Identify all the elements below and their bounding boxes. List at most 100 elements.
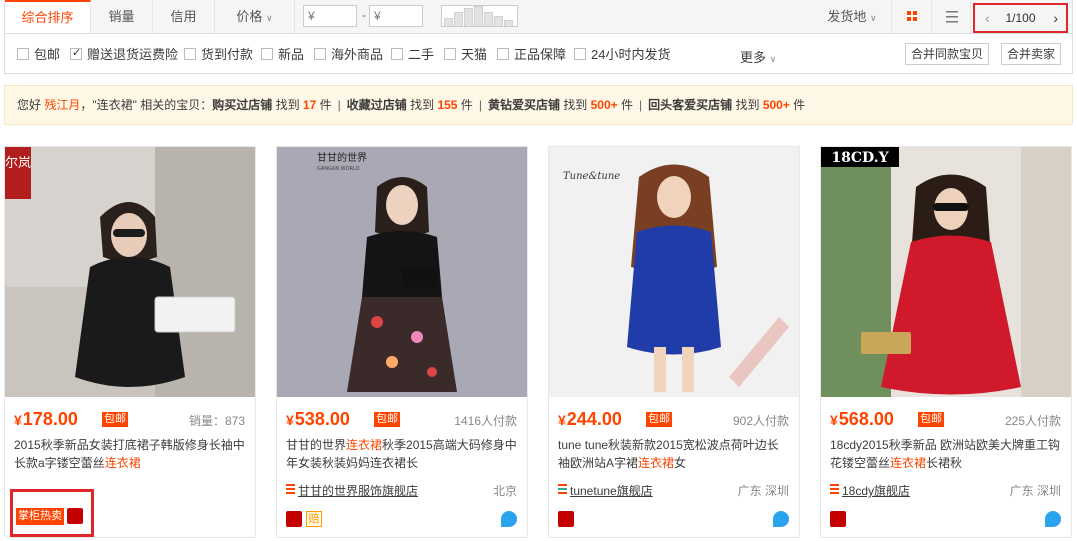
histogram-bar [484,12,493,26]
notice-seg4-num: 500+ [762,98,790,112]
free-shipping-badge: 包邮 [102,412,128,427]
grid-icon [907,11,917,21]
merge-sellers-button[interactable]: 合并卖家 [1001,43,1062,65]
tab-price-label: 价格 [236,9,263,24]
list-view-button[interactable] [931,0,971,33]
filter-secondhand[interactable]: 二手 [391,48,434,62]
hot-seller-tag: 掌柜热卖 [16,508,64,525]
tab-price[interactable]: 价格 ∨ [215,0,295,33]
filter-genuine[interactable]: 正品保障 [497,48,566,62]
price-value: 568.00 [838,409,894,429]
more-filters-button[interactable]: 更多 ∨ [740,47,776,66]
grid-view-button[interactable] [891,0,931,33]
checkbox[interactable] [391,48,403,60]
sort-bar: 综合排序 销量 信用 价格 ∨ - 发货地 ∨ ‹ 1/100 › [4,0,1073,34]
tab-sales[interactable]: 销量 [91,0,153,33]
free-shipping-badge: 包邮 [646,412,672,427]
product-card[interactable]: Tune&tune ¥244.00 包邮 902人付款 tune tune秋装新… [548,146,800,538]
notice-seg2-num: 155 [437,98,458,112]
notice-seg1-num: 17 [302,98,317,112]
wangwang-chat-icon[interactable] [1045,511,1061,527]
sales-count: 销量：873 [188,414,245,428]
product-card[interactable]: 尔岚 ¥178.00 包邮 销量：873 2015秋季新品女装打底裙子韩版修身长… [4,146,256,538]
filter-cash-on-delivery[interactable]: 货到付款 [184,48,253,62]
free-shipping-badge: 包邮 [374,412,400,427]
title-highlight: 连衣裙 [346,438,383,452]
product-title[interactable]: tune tune秋装新款2015宽松波点荷叶边长袖欧洲站A字裙连衣裙女 [558,436,790,472]
tab-default-sort[interactable]: 综合排序 [5,0,91,33]
notice-seg4-label[interactable]: 回头客爱买店铺 [648,98,732,112]
tmall-icon[interactable] [286,511,302,527]
checkbox[interactable] [17,48,29,60]
product-title[interactable]: 18cdy2015秋季新品 欧洲站欧美大牌重工钩花镂空蕾丝连衣裙长裙秋 [830,436,1062,472]
shop-link[interactable]: tunetune旗舰店 [558,482,653,499]
divider: | [639,98,643,112]
list-icon [946,11,958,23]
pager-next-button[interactable]: › [1053,5,1058,31]
tmall-icon[interactable] [558,511,574,527]
filter-overseas[interactable]: 海外商品 [314,48,383,62]
price-min-input[interactable] [303,5,357,27]
notice-seg1-unit: 件 [316,98,332,112]
chevron-down-icon: ∨ [769,54,777,64]
price-histogram[interactable] [441,5,518,27]
sales-count: 225人付款 [1004,414,1061,428]
product-image[interactable]: 尔岚 [5,147,255,397]
notice-seg2-unit: 件 [457,98,473,112]
filter-label: 正品保障 [514,47,567,62]
price-range-dash: - [362,8,366,22]
checkbox[interactable] [574,48,586,60]
currency: ¥ [830,412,838,428]
product-image[interactable]: Tune&tune [549,147,799,397]
brand-logo-text: Tune&tune [563,171,620,182]
tab-credit[interactable]: 信用 [153,0,215,33]
checkbox[interactable] [261,48,273,60]
merge-same-items-button[interactable]: 合并同款宝贝 [905,43,990,65]
wangwang-chat-icon[interactable] [501,511,517,527]
notice-seg1-label[interactable]: 购买过店铺 [212,98,272,112]
notice-seg1-pre: 找到 [272,98,303,112]
chevron-down-icon: ∨ [266,13,273,23]
wangwang-chat-icon[interactable] [773,511,789,527]
brand-logo-text: 18CD.Y [831,150,889,166]
sales-count: 1416人付款 [454,414,517,428]
product-title[interactable]: 甘甘的世界连衣裙秋季2015高端大码修身中年女装秋装妈妈连衣裙长 [286,436,518,472]
ship-from-dropdown[interactable]: 发货地 ∨ [813,0,891,33]
checkbox[interactable] [314,48,326,60]
checkbox[interactable] [497,48,509,60]
checkbox[interactable] [184,48,196,60]
checkbox[interactable] [70,46,82,60]
pager-text: 1/100 [1005,11,1036,25]
currency: ¥ [286,412,294,428]
brand-logo-text: 尔岚 [5,156,31,171]
pager-prev-button[interactable]: ‹ [985,5,990,31]
personalized-notice: 您好 残江月，"连衣裙" 相关的宝贝：购买过店铺 找到 17 件 | 收藏过店铺 找… [4,85,1073,125]
notice-seg3-pre: 找到 [559,98,591,112]
currency: ¥ [558,412,566,428]
brand-logo-text: 甘甘的世界 [317,151,367,164]
chevron-down-icon: ∨ [870,13,877,23]
notice-username[interactable]: 残江月 [44,98,80,112]
notice-seg3-label[interactable]: 黄钻爱买店铺 [488,98,560,112]
shop-link[interactable]: 18cdy旗舰店 [830,482,910,499]
shop-link[interactable]: 甘甘的世界服饰旗舰店 [286,482,418,499]
tmall-icon[interactable] [67,508,83,524]
filter-return-insurance[interactable]: 赠送退货运费险 [70,46,178,62]
filter-tmall[interactable]: 天猫 [444,48,487,62]
shop-icon [830,484,839,494]
filter-24h-ship[interactable]: 24小时内发货 [574,48,670,62]
filter-new[interactable]: 新品 [261,48,304,62]
tmall-icon[interactable] [830,511,846,527]
filter-free-shipping[interactable]: 包邮 [17,48,60,62]
notice-seg2-label[interactable]: 收藏过店铺 [347,98,407,112]
product-image[interactable]: 18CD.Y [821,147,1071,397]
histogram-bar [504,20,513,26]
pager: ‹ 1/100 › [973,3,1068,33]
price-value: 538.00 [294,409,350,429]
product-card[interactable]: 甘甘的世界 GANGAN WORLD ¥538.00 包邮 1416人付款 甘甘… [276,146,528,538]
product-card[interactable]: 18CD.Y ¥568.00 包邮 225人付款 18cdy2015秋季新品 欧… [820,146,1072,538]
checkbox[interactable] [444,48,456,60]
price-max-input[interactable] [369,5,423,27]
product-image[interactable]: 甘甘的世界 GANGAN WORLD [277,147,527,397]
product-title[interactable]: 2015秋季新品女装打底裙子韩版修身长袖中长款a字镂空蕾丝连衣裙 [14,436,246,472]
